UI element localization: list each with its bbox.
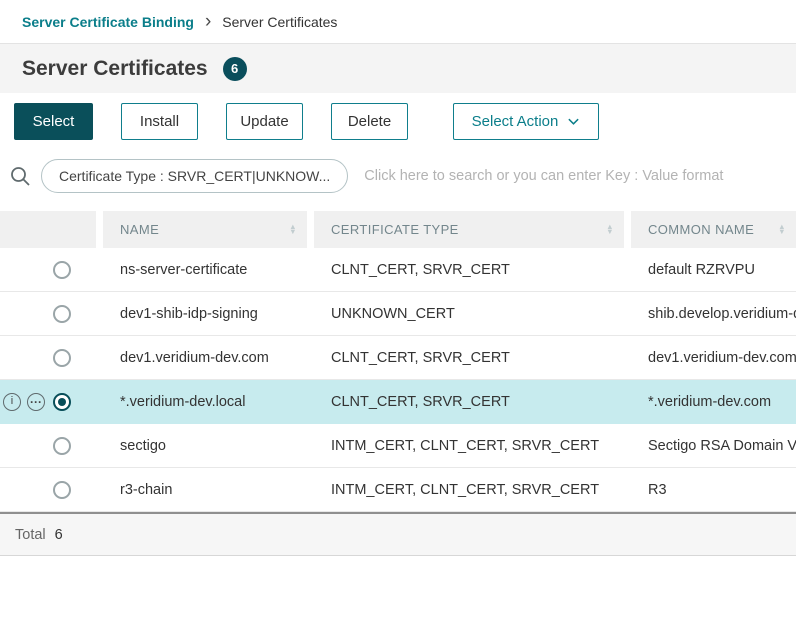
cell-common-name: Sectigo RSA Domain Va [631,438,796,454]
header-cell-select [0,211,96,248]
table-row[interactable]: i ··· *.veridium-dev.local CLNT_CERT, SR… [0,380,796,424]
cell-common-name: dev1.veridium-dev.com [631,350,796,366]
table-row[interactable]: i ··· dev1-shib-idp-signing UNKNOWN_CERT… [0,292,796,336]
search-icon[interactable] [8,164,32,188]
table-row[interactable]: i ··· sectigo INTM_CERT, CLNT_CERT, SRVR… [0,424,796,468]
table-body: i ··· ns-server-certificate CLNT_CERT, S… [0,248,796,512]
header-cell-certificate-type[interactable]: CERTIFICATE TYPE ▲▼ [314,211,624,248]
cell-common-name: *.veridium-dev.com [631,394,796,410]
update-button[interactable]: Update [226,103,303,140]
row-select-cell: i ··· [0,380,96,423]
breadcrumb-current: Server Certificates [222,14,337,30]
table-row[interactable]: i ··· dev1.veridium-dev.com CLNT_CERT, S… [0,336,796,380]
row-select-cell: i ··· [0,336,96,379]
table-header: NAME ▲▼ CERTIFICATE TYPE ▲▼ COMMON NAME … [0,211,796,248]
row-radio[interactable] [53,305,71,323]
search-bar: Certificate Type : SRVR_CERT|UNKNOW... C… [0,149,796,203]
select-button[interactable]: Select [14,103,93,140]
count-badge: 6 [223,57,247,81]
select-action-dropdown[interactable]: Select Action [453,103,599,140]
breadcrumb-separator-icon: › [205,12,211,31]
header-cell-name[interactable]: NAME ▲▼ [103,211,307,248]
cell-certificate-type: CLNT_CERT, SRVR_CERT [314,350,624,366]
row-radio[interactable] [53,261,71,279]
row-select-cell: i ··· [0,248,96,291]
table-row[interactable]: i ··· r3-chain INTM_CERT, CLNT_CERT, SRV… [0,468,796,512]
select-action-label: Select Action [472,113,559,130]
page-header: Server Certificates 6 [0,44,796,93]
row-select-cell: i ··· [0,424,96,467]
cell-name: dev1-shib-idp-signing [103,306,307,322]
cell-common-name: shib.develop.veridium-d [631,306,796,322]
cell-name: ns-server-certificate [103,262,307,278]
cell-certificate-type: CLNT_CERT, SRVR_CERT [314,262,624,278]
delete-button[interactable]: Delete [331,103,408,140]
breadcrumb-parent-link[interactable]: Server Certificate Binding [22,14,194,30]
row-hover-icons: i ··· [3,393,45,411]
total-value: 6 [55,527,63,543]
cell-name: dev1.veridium-dev.com [103,350,307,366]
header-cell-common-name[interactable]: COMMON NAME ▲▼ [631,211,796,248]
sort-icon[interactable]: ▲▼ [778,225,786,234]
row-radio[interactable] [53,393,71,411]
cell-common-name: R3 [631,482,796,498]
toolbar: Select Install Update Delete Select Acti… [0,93,796,149]
cell-name: r3-chain [103,482,307,498]
row-radio[interactable] [53,481,71,499]
table-footer: Total 6 [0,512,796,556]
breadcrumb: Server Certificate Binding › Server Cert… [0,0,796,44]
info-icon[interactable]: i [3,393,21,411]
page-title: Server Certificates [22,57,208,81]
row-radio[interactable] [53,437,71,455]
cell-certificate-type: UNKNOWN_CERT [314,306,624,322]
cell-certificate-type: CLNT_CERT, SRVR_CERT [314,394,624,410]
cell-certificate-type: INTM_CERT, CLNT_CERT, SRVR_CERT [314,482,624,498]
chevron-down-icon [567,115,580,128]
row-select-cell: i ··· [0,468,96,511]
cell-certificate-type: INTM_CERT, CLNT_CERT, SRVR_CERT [314,438,624,454]
row-radio[interactable] [53,349,71,367]
install-button[interactable]: Install [121,103,198,140]
cell-name: sectigo [103,438,307,454]
cell-common-name: default RZRVPU [631,262,796,278]
search-input[interactable]: Click here to search or you can enter Ke… [364,168,723,184]
ellipsis-icon[interactable]: ··· [27,393,45,411]
filter-chip-certificate-type[interactable]: Certificate Type : SRVR_CERT|UNKNOW... [41,159,348,193]
row-select-cell: i ··· [0,292,96,335]
table-row[interactable]: i ··· ns-server-certificate CLNT_CERT, S… [0,248,796,292]
sort-icon[interactable]: ▲▼ [606,225,614,234]
cell-name: *.veridium-dev.local [103,394,307,410]
sort-icon[interactable]: ▲▼ [289,225,297,234]
total-label: Total [15,527,46,543]
